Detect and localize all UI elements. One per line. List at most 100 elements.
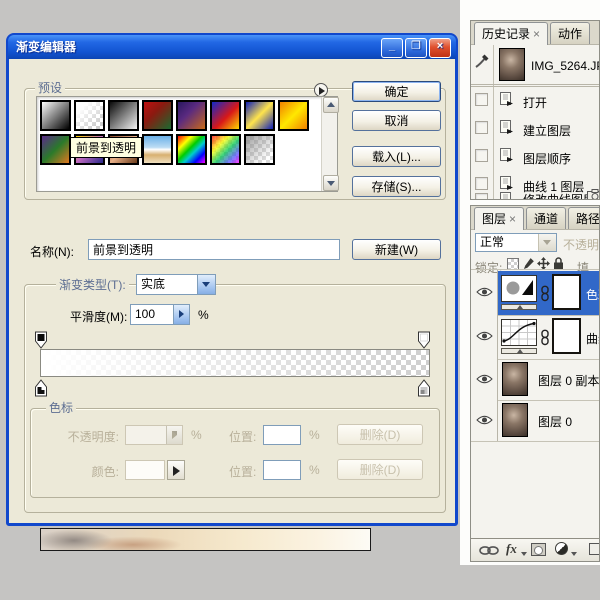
link-layers-icon[interactable] — [479, 545, 499, 556]
new-button[interactable]: 新建(W) — [352, 239, 441, 260]
divider — [471, 269, 599, 270]
chevron-down-icon[interactable] — [197, 275, 215, 294]
save-button[interactable]: 存储(S)... — [352, 176, 441, 197]
new-snapshot-camera-icon[interactable] — [587, 189, 600, 200]
location-label-2: 位置: — [229, 463, 256, 480]
preset-gradient-spectrum[interactable] — [176, 134, 207, 165]
layer-row[interactable]: 图层 0 — [498, 400, 600, 441]
history-step-icon — [499, 176, 514, 191]
layer-name[interactable]: 图层 0 副本 — [538, 372, 599, 389]
history-source-well[interactable] — [475, 121, 488, 134]
preset-gradient-blue-yellow-blue[interactable] — [244, 100, 275, 131]
mask-thumbnail[interactable] — [552, 274, 581, 310]
location-input-1[interactable] — [263, 425, 301, 445]
layer-row-selected[interactable]: 色彩 — [498, 271, 600, 315]
title-bar[interactable]: 渐变编辑器 _ ❒ × — [8, 35, 456, 59]
close-button[interactable]: × — [429, 38, 451, 58]
lock-all-icon[interactable] — [553, 256, 564, 270]
scroll-down-button[interactable] — [323, 175, 339, 191]
tab-history[interactable]: 历史记录× — [474, 22, 548, 45]
layer-name[interactable]: 图层 0 — [538, 413, 572, 430]
location-input-2[interactable] — [263, 460, 301, 480]
mask-thumbnail[interactable] — [552, 318, 581, 354]
tab-layers[interactable]: 图层× — [474, 207, 524, 230]
document-canvas-strip — [40, 528, 371, 551]
color-swatch — [125, 460, 165, 480]
preset-gradient-transparent-rainbow[interactable] — [210, 134, 241, 165]
new-group-icon[interactable] — [589, 543, 600, 555]
blend-mode-select[interactable]: 正常 — [475, 233, 557, 252]
preset-gradient-foreground-to-background[interactable] — [40, 100, 71, 131]
layer-row[interactable]: 曲线 — [498, 315, 600, 359]
name-input[interactable] — [88, 239, 340, 260]
preset-gradient-blue-red-yellow[interactable] — [210, 100, 241, 131]
scroll-up-button[interactable] — [323, 97, 339, 113]
smoothness-slider-button[interactable] — [173, 305, 189, 324]
layers-tabbar: 图层× 通道 路径 — [471, 206, 599, 230]
preset-gradient-violet-green-orange[interactable] — [40, 134, 71, 165]
adjustment-layer-icon[interactable] — [555, 542, 568, 555]
snapshot-thumbnail[interactable] — [499, 48, 525, 81]
layer-row[interactable]: 图层 0 副本 — [498, 359, 600, 400]
color-stop-left[interactable] — [34, 379, 48, 397]
eye-icon[interactable] — [476, 286, 493, 298]
preset-gradient-violet-orange[interactable] — [176, 100, 207, 131]
eye-icon[interactable] — [476, 373, 493, 385]
preset-gradient-chrome[interactable] — [142, 134, 173, 165]
delete-opacity-button: 删除(D) — [337, 424, 423, 445]
cancel-button[interactable]: 取消 — [352, 110, 441, 131]
minimize-button[interactable]: _ — [381, 38, 403, 58]
preset-flyout-button[interactable] — [314, 83, 328, 97]
layer-name[interactable]: 曲线 — [586, 330, 600, 347]
preset-tooltip: 前景到透明 — [70, 137, 142, 158]
preset-gradient-black-white[interactable] — [108, 100, 139, 131]
preset-gradient-red-green[interactable] — [142, 100, 173, 131]
smoothness-input[interactable] — [131, 305, 173, 324]
snapshot-label[interactable]: IMG_5264.JPG — [531, 59, 600, 73]
eye-icon[interactable] — [476, 414, 493, 426]
layer-thumbnail-color-balance[interactable] — [501, 275, 537, 302]
history-brush-icon[interactable] — [474, 53, 490, 69]
layer-thumbnail-photo[interactable] — [502, 362, 528, 396]
preset-gradient-orange-yellow-orange[interactable] — [278, 100, 309, 131]
tab-close-icon[interactable]: × — [533, 27, 540, 41]
layer-name[interactable]: 色彩 — [586, 286, 600, 303]
history-source-well[interactable] — [475, 193, 488, 200]
dialog-title: 渐变编辑器 — [16, 40, 76, 54]
chevron-down-icon — [521, 552, 527, 556]
history-source-well[interactable] — [475, 177, 488, 190]
color-stop-right[interactable] — [417, 379, 431, 397]
opacity-label: 不透明度: — [39, 428, 119, 445]
eye-icon[interactable] — [476, 330, 493, 342]
color-picker-arrow-button[interactable] — [167, 460, 185, 480]
history-step-label[interactable]: 建立图层 — [523, 122, 571, 139]
layer-thumbnail-curves[interactable] — [501, 319, 537, 346]
layer-thumbnail-photo[interactable] — [502, 403, 528, 437]
history-source-well[interactable] — [475, 93, 488, 106]
tab-channels[interactable]: 通道 — [526, 207, 566, 229]
tab-close-icon[interactable]: × — [509, 212, 516, 226]
preset-scrollbar[interactable] — [321, 97, 337, 191]
gradient-type-select[interactable]: 实底 — [136, 274, 216, 295]
add-mask-icon[interactable] — [531, 543, 546, 556]
history-step-label[interactable]: 图层顺序 — [523, 150, 571, 167]
gradient-bar[interactable] — [40, 349, 430, 377]
gradient-type-label: 渐变类型(T): — [56, 278, 129, 292]
layer-styles-icon[interactable]: fx — [506, 541, 517, 557]
opacity-stop-right[interactable] — [417, 331, 431, 349]
load-button[interactable]: 载入(L)... — [352, 146, 441, 167]
opacity-stop-left[interactable] — [34, 331, 48, 349]
history-source-well[interactable] — [475, 149, 488, 162]
ok-button[interactable]: 确定 — [352, 81, 441, 102]
link-icon — [540, 285, 550, 302]
maximize-button[interactable]: ❒ — [405, 38, 427, 58]
tab-paths[interactable]: 路径 — [568, 207, 600, 229]
tab-actions[interactable]: 动作 — [550, 22, 590, 44]
preset-gradient-neutral-density[interactable] — [244, 134, 275, 165]
history-step-label[interactable]: 打开 — [523, 94, 547, 111]
location-percent-2: % — [309, 463, 320, 477]
opacity-slider-button — [166, 426, 182, 444]
history-step-label[interactable]: 修改曲线图层 — [523, 191, 595, 200]
stops-group-label: 色标 — [46, 401, 76, 415]
preset-gradient-foreground-to-transparent[interactable] — [74, 100, 105, 131]
